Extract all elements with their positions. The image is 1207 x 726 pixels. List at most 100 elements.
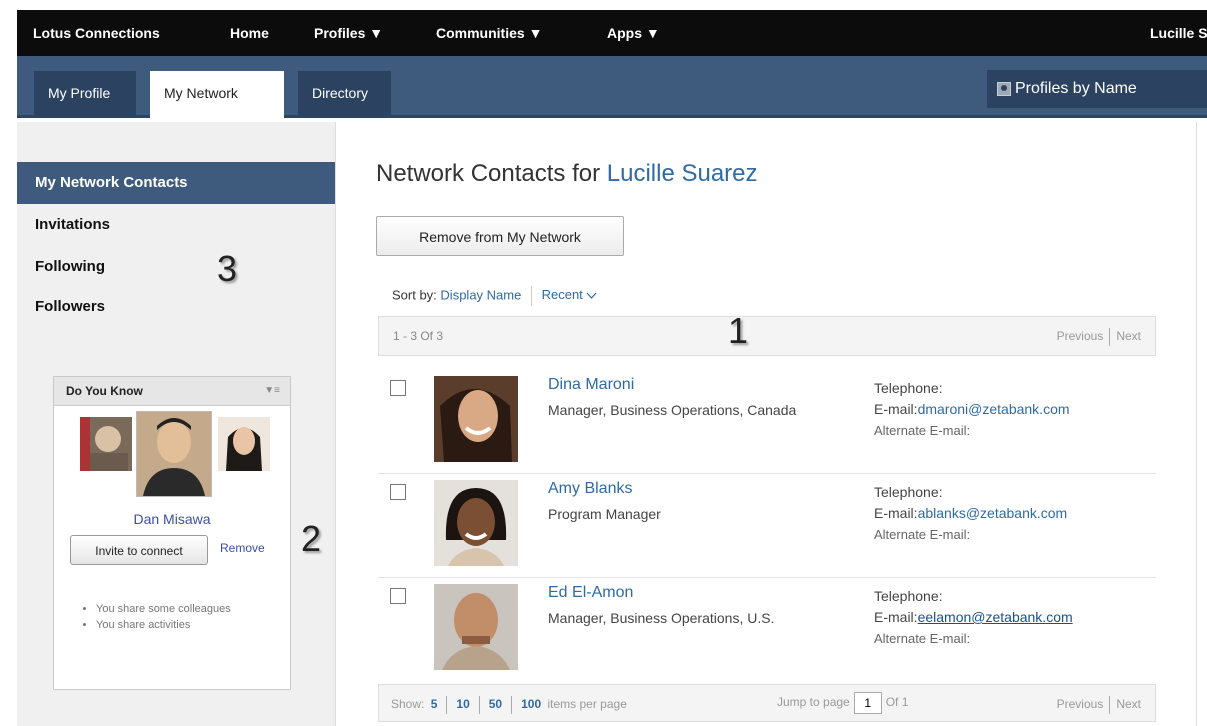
next-link[interactable]: Next [1116, 697, 1141, 711]
nav-home[interactable]: Home [230, 10, 269, 56]
jump-label: Jump to page [777, 695, 850, 710]
contact-photo[interactable] [434, 376, 518, 462]
page-title-prefix: Network Contacts for [376, 160, 607, 187]
tab-my-profile[interactable]: My Profile [34, 71, 136, 115]
telephone-label: Telephone: [874, 380, 943, 396]
contact-info: Telephone: E-mail:eelamon@zetabank.com A… [874, 586, 1073, 649]
contact-job-title: Manager, Business Operations, Canada [548, 402, 797, 418]
person-photo-icon [80, 417, 132, 471]
pager-nav: Previous Next [1057, 696, 1141, 714]
profiles-by-name-search[interactable]: Profiles by Name [987, 70, 1207, 108]
sidebar-item-followers[interactable]: Followers [35, 298, 105, 315]
profile-card-icon [997, 82, 1011, 96]
previous-link[interactable]: Previous [1057, 329, 1104, 343]
alternate-email-label: Alternate E-mail: [874, 527, 971, 542]
contact-info: Telephone: E-mail:ablanks@zetabank.com A… [874, 482, 1067, 545]
sort-bar: Sort by: Display Name Recent [392, 286, 597, 306]
person-photo-icon [218, 417, 270, 471]
suggested-person-photo-right[interactable] [218, 417, 270, 471]
results-count: 1 - 3 Of 3 [393, 329, 444, 343]
page-size-100[interactable]: 100 [521, 697, 541, 711]
contact-select-checkbox[interactable] [390, 380, 406, 396]
jump-to-page: Jump to page Of 1 [777, 692, 908, 714]
widget-menu-icon[interactable]: ▼≡ [264, 377, 280, 405]
contact-job-title: Manager, Business Operations, U.S. [548, 610, 775, 626]
results-pager-top: 1 - 3 Of 3 Previous Next [378, 316, 1156, 356]
person-photo-icon [137, 412, 211, 496]
nav-profiles-menu[interactable]: Profiles ▼ [314, 10, 383, 56]
sidebar-item-following[interactable]: Following [35, 258, 105, 275]
contact-name-link[interactable]: Amy Blanks [548, 480, 632, 498]
callout-number-3: 3 [217, 248, 238, 289]
previous-link[interactable]: Previous [1057, 697, 1104, 711]
person-photo-icon [434, 376, 518, 462]
profile-tab-bar: My Profile My Network Directory Profiles… [17, 56, 1207, 118]
divider [511, 696, 513, 714]
widget-header: Do You Know ▼≡ [54, 377, 290, 406]
show-label: Show: [391, 697, 425, 712]
contact-row: Amy Blanks Program Manager Telephone: E-… [378, 474, 1156, 578]
nav-apps-menu[interactable]: Apps ▼ [607, 10, 660, 56]
alternate-email-label: Alternate E-mail: [874, 423, 971, 438]
user-menu[interactable]: Lucille S [1150, 10, 1207, 56]
suggested-person-photo-left[interactable] [80, 417, 132, 471]
sidebar-item-invitations[interactable]: Invitations [35, 216, 110, 233]
contact-row: Ed El-Amon Manager, Business Operations,… [378, 578, 1156, 682]
divider [1109, 696, 1111, 714]
sort-display-name-link[interactable]: Display Name [440, 287, 521, 302]
sort-recent-link[interactable]: Recent [542, 287, 598, 302]
contact-name-link[interactable]: Dina Maroni [548, 376, 634, 394]
tab-directory[interactable]: Directory [298, 71, 391, 115]
contact-row: Dina Maroni Manager, Business Operations… [378, 370, 1156, 474]
contact-info: Telephone: E-mail:dmaroni@zetabank.com A… [874, 378, 1070, 441]
email-link[interactable]: dmaroni@zetabank.com [918, 401, 1070, 417]
callout-number-2: 2 [301, 518, 322, 559]
alternate-email-label: Alternate E-mail: [874, 631, 971, 646]
contact-photo[interactable] [434, 584, 518, 670]
widget-title: Do You Know [66, 384, 143, 398]
next-link[interactable]: Next [1116, 329, 1141, 343]
person-photo-icon [434, 480, 518, 566]
email-link[interactable]: eelamon@zetabank.com [918, 609, 1073, 625]
page-title-user[interactable]: Lucille Suarez [607, 160, 758, 187]
page-size-5[interactable]: 5 [431, 697, 438, 711]
remove-from-network-button[interactable]: Remove from My Network [376, 216, 624, 256]
page-size-selector: Show: 5 10 50 100 items per page [391, 696, 627, 714]
contact-select-checkbox[interactable] [390, 588, 406, 604]
contact-photo[interactable] [434, 480, 518, 566]
reason-item: You share activities [96, 617, 276, 633]
left-sidebar: My Network Contacts Invitations Followin… [17, 122, 335, 726]
contact-select-checkbox[interactable] [390, 484, 406, 500]
results-pager-bottom: Show: 5 10 50 100 items per page Jump to pa… [378, 684, 1156, 722]
page-size-10[interactable]: 10 [456, 697, 469, 711]
telephone-label: Telephone: [874, 588, 943, 604]
sidebar-item-my-network-contacts[interactable]: My Network Contacts [17, 162, 335, 204]
suggested-person-name[interactable]: Dan Misawa [54, 511, 290, 527]
divider [530, 286, 532, 306]
page-size-50[interactable]: 50 [489, 697, 502, 711]
chevron-down-icon [586, 292, 597, 299]
email-label: E-mail: [874, 505, 918, 521]
invite-to-connect-button[interactable]: Invite to connect [70, 535, 208, 565]
page-title: Network Contacts for Lucille Suarez [376, 160, 758, 188]
divider [446, 696, 448, 714]
pager-nav: Previous Next [1057, 328, 1141, 346]
contact-name-link[interactable]: Ed El-Amon [548, 584, 633, 602]
email-label: E-mail: [874, 401, 918, 417]
remove-suggestion-link[interactable]: Remove [220, 541, 265, 555]
nav-communities-menu[interactable]: Communities ▼ [436, 10, 542, 56]
divider [1109, 328, 1111, 346]
callout-number-1: 1 [728, 310, 749, 351]
telephone-label: Telephone: [874, 484, 943, 500]
page-number-input[interactable] [853, 692, 882, 714]
contact-job-title: Program Manager [548, 506, 661, 522]
person-photo-icon [434, 584, 518, 670]
suggested-person-photo-main[interactable] [136, 411, 212, 497]
top-navigation-bar: Lotus Connections Home Profiles ▼ Commun… [17, 10, 1207, 56]
email-link[interactable]: ablanks@zetabank.com [918, 505, 1068, 521]
email-label: E-mail: [874, 609, 918, 625]
main-content: Network Contacts for Lucille Suarez Remo… [335, 122, 1197, 726]
brand-logo[interactable]: Lotus Connections [33, 10, 160, 56]
tab-my-network[interactable]: My Network [150, 71, 284, 118]
divider [478, 696, 480, 714]
